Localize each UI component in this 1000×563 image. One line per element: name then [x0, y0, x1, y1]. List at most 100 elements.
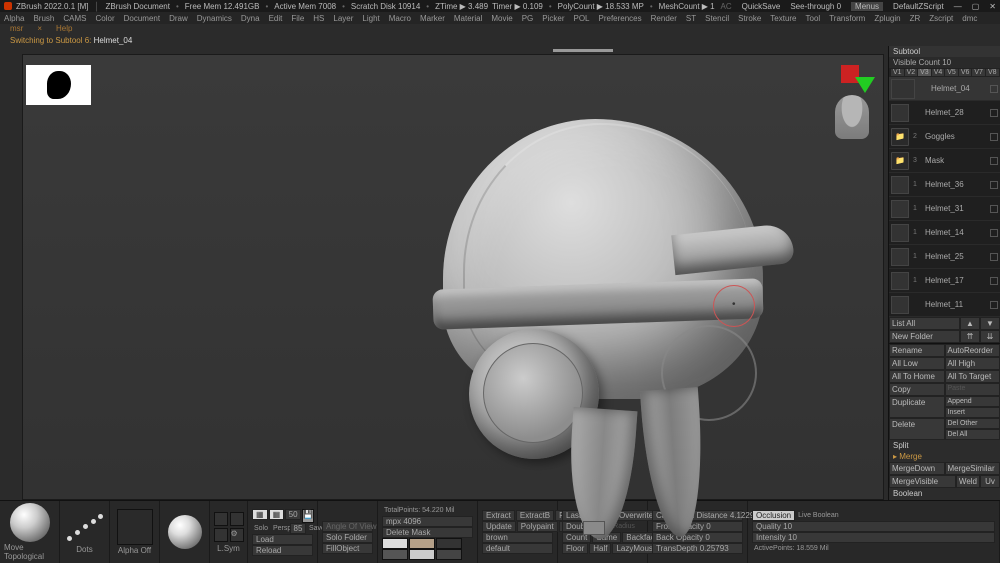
visibility-toggle-icon[interactable] — [990, 229, 998, 237]
all-to-home-button[interactable]: All To Home — [889, 370, 945, 383]
menu-item[interactable]: Stroke — [738, 14, 761, 23]
quicksave-button[interactable]: QuickSave — [742, 2, 781, 11]
rename-button[interactable]: Rename — [889, 344, 945, 357]
num-85[interactable]: 85 — [290, 523, 306, 534]
viewport[interactable] — [22, 54, 884, 500]
all-to-target-button[interactable]: All To Target — [945, 370, 1000, 383]
see-through-slider[interactable]: See-through 0 — [790, 2, 841, 11]
menu-item[interactable]: HS — [313, 14, 324, 23]
menu-item[interactable]: Dynamics — [197, 14, 232, 23]
del-other-button[interactable]: Del Other — [945, 418, 1000, 429]
menu-item[interactable]: Dyna — [241, 14, 260, 23]
new-folder-button[interactable]: New Folder — [889, 330, 960, 343]
menu-item[interactable]: dmc — [962, 14, 977, 23]
split-section[interactable]: Split — [889, 440, 1000, 451]
boolean-section[interactable]: Boolean — [889, 488, 1000, 499]
visibility-toggle-icon[interactable] — [990, 133, 998, 141]
visibility-toggle-icon[interactable] — [990, 253, 998, 261]
canvas[interactable] — [23, 55, 883, 499]
menu-item[interactable]: Edit — [269, 14, 283, 23]
v-button[interactable]: V8 — [986, 69, 999, 76]
quality-slider[interactable]: Quality 10 — [752, 521, 995, 532]
default-button[interactable]: default — [482, 543, 553, 554]
head-reference-icon[interactable] — [835, 95, 869, 139]
mini-item[interactable]: msr — [10, 24, 23, 34]
transp-button[interactable] — [214, 512, 228, 526]
solo-mode-button[interactable]: ▦ — [252, 509, 268, 520]
menu-item[interactable]: Document — [124, 14, 160, 23]
save-icon[interactable]: 💾 — [302, 509, 314, 523]
color-swatch[interactable] — [409, 538, 435, 549]
menu-item[interactable]: Preferences — [599, 14, 642, 23]
all-high-button[interactable]: All High — [945, 357, 1000, 370]
subtool-item[interactable]: Helmet_28 — [889, 101, 1000, 125]
subtool-item[interactable]: 1 Helmet_17 — [889, 269, 1000, 293]
subtool-item[interactable]: 1 Helmet_14 — [889, 221, 1000, 245]
del-all-button[interactable]: Del All — [945, 429, 1000, 440]
brush-icon[interactable] — [10, 503, 50, 542]
lsym-icon[interactable] — [214, 528, 228, 542]
v-button[interactable]: V7 — [972, 69, 985, 76]
floor-button[interactable]: Floor — [562, 543, 588, 554]
menu-item[interactable]: Stencil — [705, 14, 729, 23]
uv-button[interactable]: Uv — [980, 475, 1000, 488]
color-swatch[interactable] — [436, 538, 462, 549]
subtool-item[interactable]: 📁 2 Goggles — [889, 125, 1000, 149]
subtool-item[interactable]: Helmet_11 — [889, 293, 1000, 317]
append-button[interactable]: Append — [945, 396, 1000, 407]
menu-item[interactable]: Texture — [770, 14, 796, 23]
arrow-down-icon[interactable]: ▼ — [980, 317, 1000, 330]
maximize-icon[interactable]: ▢ — [972, 2, 980, 11]
merge-similar-button[interactable]: MergeSimilar — [945, 462, 1000, 475]
color-swatch[interactable] — [382, 549, 408, 560]
mini-item[interactable]: Help — [56, 24, 72, 34]
paste-button[interactable]: Paste — [945, 383, 1000, 396]
copy-button[interactable]: Copy — [889, 383, 945, 396]
menu-item[interactable]: ST — [686, 14, 696, 23]
alpha-icon[interactable] — [117, 509, 153, 545]
v-button[interactable]: V2 — [905, 69, 918, 76]
material-icon[interactable] — [168, 515, 202, 549]
delete-button[interactable]: Delete — [889, 418, 945, 440]
arrow-up-icon[interactable]: ▲ — [960, 317, 980, 330]
mini-item[interactable]: × — [37, 24, 42, 34]
merge-section[interactable]: ▸ Merge — [889, 451, 1000, 462]
menu-item[interactable]: Alpha — [4, 14, 24, 23]
subtool-item[interactable]: Helmet_04 — [889, 77, 1000, 101]
v-button[interactable]: V6 — [959, 69, 972, 76]
minimize-icon[interactable]: — — [954, 2, 962, 11]
menu-item[interactable]: Light — [362, 14, 379, 23]
menu-item[interactable]: Render — [651, 14, 677, 23]
reload-button[interactable]: Reload — [252, 545, 313, 556]
menu-item[interactable]: Brush — [33, 14, 54, 23]
menu-item[interactable]: Material — [454, 14, 482, 23]
visibility-toggle-icon[interactable] — [990, 85, 998, 93]
visibility-toggle-icon[interactable] — [990, 157, 998, 165]
subtool-item[interactable]: 📁 3 Mask — [889, 149, 1000, 173]
color-swatch[interactable] — [436, 549, 462, 560]
live-boolean-button[interactable]: Live Boolean — [796, 510, 995, 521]
merge-down-button[interactable]: MergeDown — [889, 462, 945, 475]
visibility-toggle-icon[interactable] — [990, 301, 998, 309]
subtool-header[interactable]: Subtool — [889, 46, 1000, 57]
visibility-toggle-icon[interactable] — [990, 181, 998, 189]
visibility-toggle-icon[interactable] — [990, 109, 998, 117]
all-low-button[interactable]: All Low — [889, 357, 945, 370]
list-all-button[interactable]: List All — [889, 317, 960, 330]
fill-object-button[interactable]: FillObject — [322, 543, 373, 554]
menu-item[interactable]: Draw — [169, 14, 188, 23]
intensity-slider[interactable]: Intensity 10 — [752, 532, 995, 543]
menu-item[interactable]: POL — [573, 14, 589, 23]
duplicate-button[interactable]: Duplicate — [889, 396, 945, 418]
close-icon[interactable]: ✕ — [989, 2, 996, 11]
num-50[interactable]: 50 — [285, 509, 301, 520]
v-button[interactable]: V1 — [891, 69, 904, 76]
stroke-icon[interactable] — [63, 510, 107, 544]
solo-folder-button[interactable]: Solo Folder — [322, 532, 373, 543]
menu-item[interactable]: Layer — [333, 14, 353, 23]
gear-icon[interactable]: ⚙ — [230, 528, 244, 542]
brush-preview[interactable] — [26, 65, 91, 105]
half-button[interactable]: Half — [589, 543, 611, 554]
merge-visible-button[interactable]: MergeVisible — [889, 475, 956, 488]
angle-of-view[interactable]: Angle Of View — [322, 521, 373, 532]
